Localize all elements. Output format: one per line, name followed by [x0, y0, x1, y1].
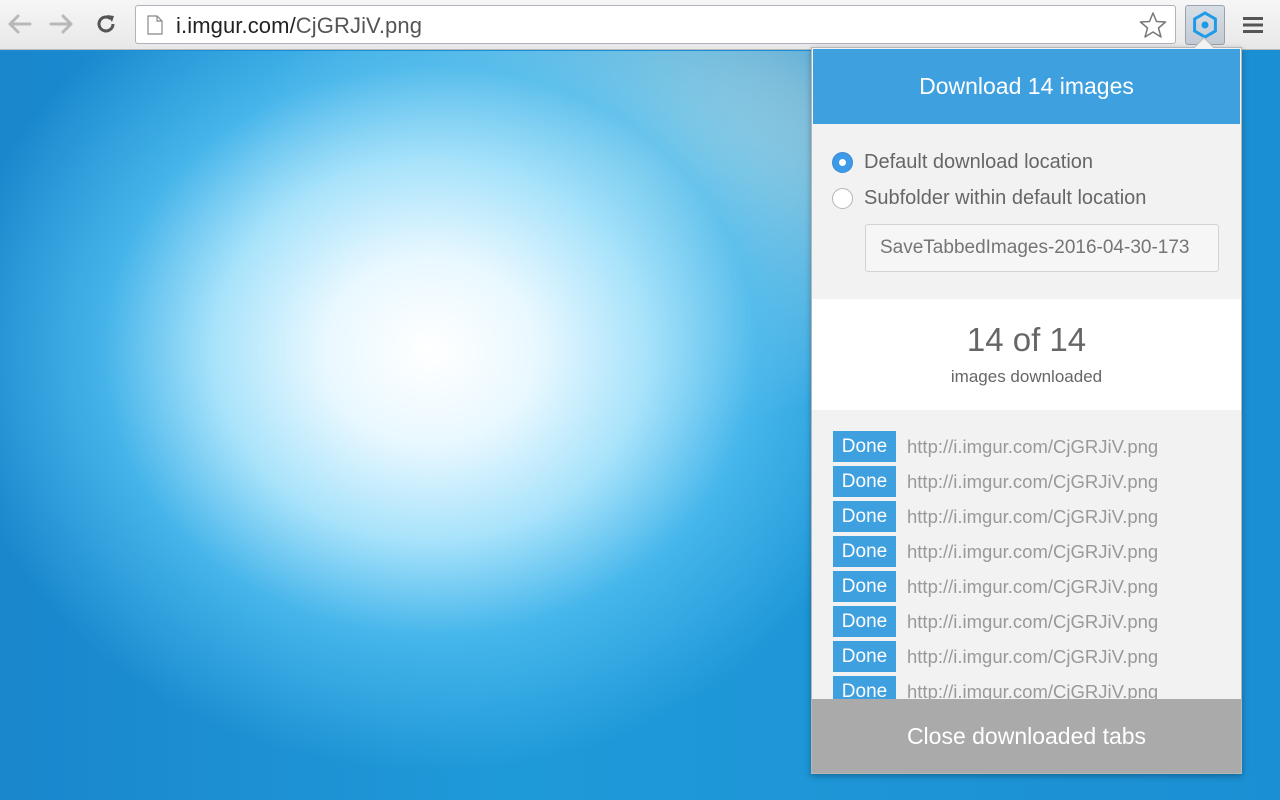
- list-item: Done http://i.imgur.com/CjGRJiV.png: [833, 606, 1158, 637]
- address-bar[interactable]: i.imgur.com/CjGRJiV.png: [135, 5, 1176, 44]
- list-item: Done http://i.imgur.com/CjGRJiV.png: [833, 466, 1158, 497]
- progress-count: 14 of 14: [966, 321, 1087, 358]
- option-label: Subfolder within default location: [864, 186, 1147, 209]
- list-item: Done http://i.imgur.com/CjGRJiV.png: [833, 536, 1158, 567]
- status-badge: Done: [833, 536, 896, 567]
- back-button[interactable]: [4, 9, 34, 39]
- list-item: Done http://i.imgur.com/CjGRJiV.png: [833, 501, 1158, 532]
- list-item: Done http://i.imgur.com/CjGRJiV.png: [833, 571, 1158, 602]
- close-downloaded-tabs-button[interactable]: Close downloaded tabs: [812, 699, 1241, 773]
- status-badge: Done: [833, 431, 896, 462]
- radio-default-location[interactable]: [832, 151, 853, 173]
- download-images-button[interactable]: Download 14 images: [813, 49, 1240, 124]
- list-item: Done http://i.imgur.com/CjGRJiV.png: [833, 431, 1158, 462]
- status-badge: Done: [833, 606, 896, 637]
- progress-label: images downloaded: [950, 367, 1103, 386]
- page-icon: [147, 15, 163, 35]
- download-location-options: Default download location Subfolder with…: [812, 125, 1241, 299]
- row-url: http://i.imgur.com/CjGRJiV.png: [907, 680, 1159, 701]
- status-badge: Done: [833, 571, 896, 602]
- menu-icon: [1243, 17, 1263, 33]
- menu-button[interactable]: [1238, 10, 1268, 40]
- url-text: i.imgur.com/CjGRJiV.png: [176, 13, 422, 39]
- row-url: http://i.imgur.com/CjGRJiV.png: [907, 435, 1159, 457]
- forward-button[interactable]: [47, 9, 77, 39]
- url-host: i.imgur.com/: [176, 13, 296, 38]
- status-badge: Done: [833, 641, 896, 672]
- option-default-location[interactable]: Default download location: [832, 148, 1093, 176]
- browser-toolbar: i.imgur.com/CjGRJiV.png: [0, 0, 1280, 50]
- forward-arrow-icon: [49, 14, 73, 34]
- reload-icon: [97, 15, 115, 33]
- extension-icon: [1193, 11, 1217, 39]
- extension-popup: Download 14 images Default download loca…: [811, 47, 1242, 774]
- row-url: http://i.imgur.com/CjGRJiV.png: [907, 470, 1159, 492]
- option-label: Default download location: [864, 150, 1094, 173]
- row-url: http://i.imgur.com/CjGRJiV.png: [907, 540, 1159, 562]
- list-item: Done http://i.imgur.com/CjGRJiV.png: [833, 641, 1158, 672]
- star-icon[interactable]: [1139, 11, 1167, 39]
- status-badge: Done: [833, 466, 896, 497]
- status-badge: Done: [833, 501, 896, 532]
- url-path: CjGRJiV.png: [295, 13, 423, 38]
- back-arrow-icon: [8, 14, 32, 34]
- radio-subfolder[interactable]: [832, 187, 853, 209]
- row-url: http://i.imgur.com/CjGRJiV.png: [907, 505, 1159, 527]
- option-subfolder[interactable]: Subfolder within default location: [832, 184, 1146, 212]
- reload-button[interactable]: [91, 9, 121, 39]
- list-item: Done http://i.imgur.com/CjGRJiV.png: [833, 676, 1158, 700]
- status-badge: Done: [833, 676, 896, 700]
- row-url: http://i.imgur.com/CjGRJiV.png: [907, 610, 1159, 632]
- download-list[interactable]: Done http://i.imgur.com/CjGRJiV.png Done…: [812, 410, 1241, 700]
- subfolder-name-input[interactable]: [865, 224, 1219, 272]
- download-progress: 14 of 14 images downloaded: [812, 299, 1241, 410]
- row-url: http://i.imgur.com/CjGRJiV.png: [907, 645, 1159, 667]
- row-url: http://i.imgur.com/CjGRJiV.png: [907, 575, 1159, 597]
